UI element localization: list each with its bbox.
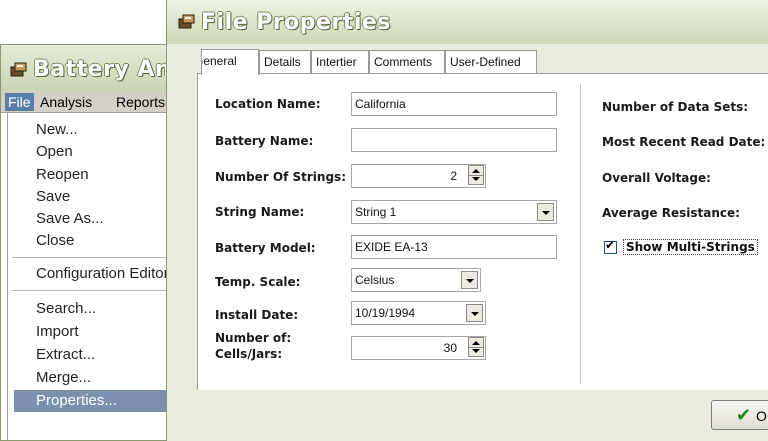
temp-scale-label: Temp. Scale:: [215, 275, 301, 289]
tab-details[interactable]: Details: [259, 50, 311, 74]
battery-name-label: Battery Name:: [215, 134, 314, 148]
number-of-cells-stepper[interactable]: 30: [351, 336, 486, 360]
number-of-cells-label-line2: Cells/Jars:: [215, 347, 283, 361]
app-icon: [177, 13, 197, 34]
location-name-label: Location Name:: [215, 97, 321, 111]
dialog-title: File Properties: [201, 10, 391, 35]
file-properties-dialog: File Properties General Details Intertie…: [166, 0, 768, 441]
spin-up-icon[interactable]: [472, 169, 480, 173]
general-tab-panel: Location Name: California Battery Name: …: [197, 73, 768, 390]
battery-model-label: Battery Model:: [215, 241, 316, 255]
number-of-data-sets-label: Number of Data Sets:: [602, 100, 749, 114]
menu-analysis[interactable]: Analysis: [37, 93, 95, 111]
number-of-strings-label: Number Of Strings:: [215, 170, 346, 184]
battery-name-input[interactable]: [351, 128, 557, 152]
spin-buttons[interactable]: [468, 337, 484, 357]
spin-up-icon[interactable]: [472, 341, 480, 345]
show-multi-strings-checkbox[interactable]: ✔: [604, 238, 617, 254]
tab-general[interactable]: General: [201, 49, 259, 75]
ok-button[interactable]: ✔ OK: [711, 400, 768, 430]
number-of-cells-value[interactable]: 30: [351, 336, 486, 360]
menu-file[interactable]: File: [5, 93, 34, 111]
spin-down-icon[interactable]: [472, 349, 480, 353]
battery-model-input[interactable]: EXIDE EA-13: [351, 235, 557, 259]
overall-voltage-label: Overall Voltage:: [602, 171, 711, 185]
install-date-picker[interactable]: 10/19/1994: [351, 301, 486, 325]
spin-buttons[interactable]: [468, 165, 484, 185]
check-icon: ✔: [736, 405, 752, 425]
temp-scale-value: Celsius: [355, 273, 395, 287]
spin-divider: [469, 175, 483, 176]
number-of-strings-value[interactable]: 2: [351, 164, 486, 188]
show-multi-strings-label[interactable]: Show Multi-Strings: [623, 239, 758, 255]
install-date-label: Install Date:: [215, 308, 299, 322]
number-of-strings-stepper[interactable]: 2: [351, 164, 486, 188]
column-divider: [580, 84, 581, 384]
temp-scale-select[interactable]: Celsius: [351, 268, 481, 292]
spin-down-icon[interactable]: [472, 177, 480, 181]
chevron-down-icon[interactable]: [466, 304, 483, 322]
chevron-down-icon[interactable]: [537, 203, 554, 221]
tab-intertier[interactable]: Intertier: [311, 50, 369, 74]
number-of-cells-label-line1: Number of:: [215, 331, 292, 345]
location-name-input[interactable]: California: [351, 92, 557, 116]
ok-button-label: OK: [756, 408, 768, 424]
app-icon: [9, 61, 29, 82]
string-name-select[interactable]: String 1: [351, 200, 557, 224]
menu-reports[interactable]: Reports: [113, 93, 168, 111]
string-name-value: String 1: [355, 205, 397, 219]
tab-user-defined[interactable]: User-Defined: [445, 50, 537, 74]
chevron-down-icon[interactable]: [461, 271, 478, 289]
string-name-label: String Name:: [215, 205, 305, 219]
dialog-titlebar[interactable]: File Properties: [167, 0, 768, 44]
average-resistance-label: Average Resistance:: [602, 206, 740, 220]
check-icon: ✔: [605, 238, 616, 252]
most-recent-read-date-label: Most Recent Read Date:: [602, 135, 766, 149]
spin-divider: [469, 347, 483, 348]
install-date-value: 10/19/1994: [355, 306, 416, 320]
tab-comments[interactable]: Comments: [369, 50, 445, 74]
